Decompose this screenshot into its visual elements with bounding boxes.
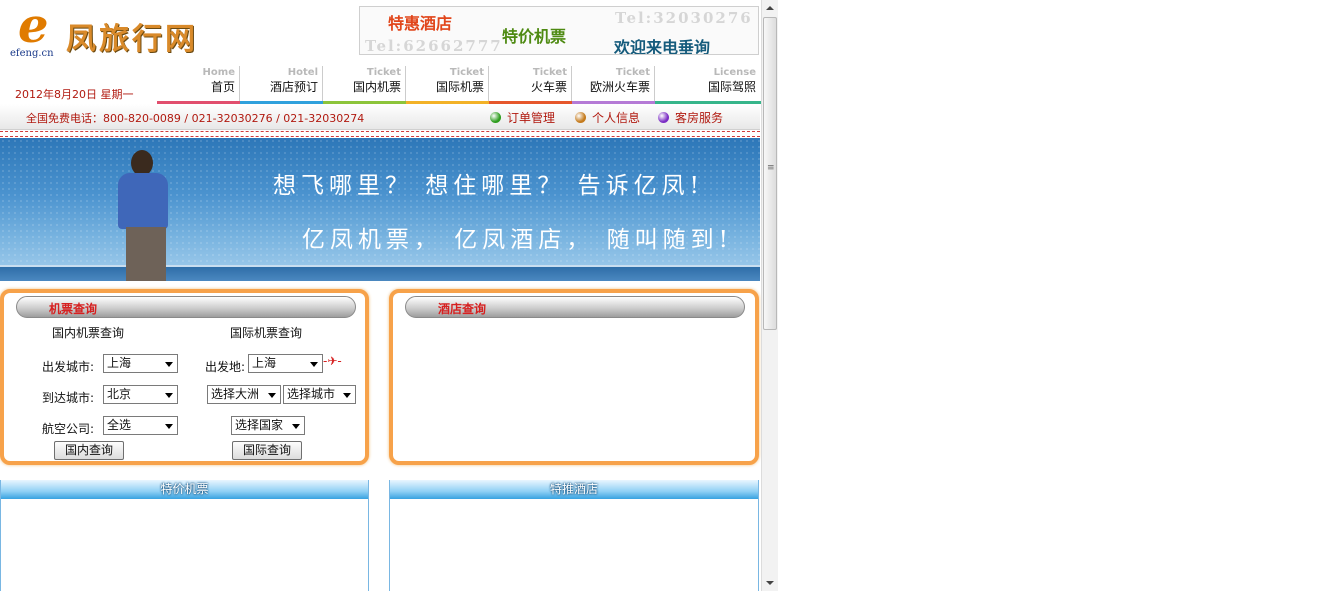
promo-tel-1: Tel:32030276 xyxy=(615,9,753,27)
nav-item-en-label: Home xyxy=(202,67,235,78)
intl-city-select[interactable]: 选择城市 xyxy=(283,385,356,404)
personal-info-link[interactable]: 个人信息 xyxy=(575,109,640,126)
nav-item-license[interactable]: License 国际驾照 xyxy=(655,66,761,104)
page: e 凤旅行网 efeng.cn 特惠酒店 Tel:32030276 特价机票 T… xyxy=(0,0,761,591)
special-flights-heading: 特价机票 xyxy=(1,480,368,499)
airline-select[interactable]: 全选 xyxy=(103,416,178,435)
main-nav: Home 首页 Hotel 酒店预订 Ticket 国内机票 Ticket 国际… xyxy=(157,66,761,104)
order-management-label: 订单管理 xyxy=(507,111,556,125)
promo-tel-2: Tel:62662777 xyxy=(365,37,503,55)
info-bar: 全国免费电话：800-820-0089 / 021-32030276 / 021… xyxy=(0,104,760,130)
special-flights-section: 特价机票 xyxy=(0,480,369,591)
arrive-city-label: 到达城市: xyxy=(42,391,95,405)
country-select[interactable]: 选择国家 xyxy=(231,416,305,435)
nav-item-label: 欧洲火车票 xyxy=(589,80,650,94)
orange-dot-icon xyxy=(575,112,586,123)
depart-city-select[interactable]: 上海 xyxy=(103,354,178,373)
flight-search-title-bar: 机票查询 xyxy=(16,296,356,318)
nav-item-train-ticket[interactable]: Ticket 火车票 xyxy=(489,66,572,104)
dashed-divider xyxy=(0,131,760,137)
logo-name: 凤旅行网 xyxy=(66,22,198,57)
nav-item-domestic-ticket[interactable]: Ticket 国内机票 xyxy=(323,66,406,104)
airline-label: 航空公司: xyxy=(42,422,95,436)
hero-banner xyxy=(0,138,760,281)
person-figure-legs xyxy=(126,227,166,281)
continent-select[interactable]: 选择大洲 xyxy=(207,385,281,404)
logo-domain: efeng.cn xyxy=(10,48,54,59)
logo-letter: e xyxy=(18,0,49,54)
banner-slogan-1: 想飞哪里？ 想住哪里？ 告诉亿凤! xyxy=(273,173,704,199)
hotline-text: 全国免费电话：800-820-0089 / 021-32030276 / 021… xyxy=(26,112,365,125)
depart-city-label: 出发城市: xyxy=(42,360,95,374)
nav-item-label: 国际机票 xyxy=(435,80,484,94)
vertical-scrollbar[interactable] xyxy=(761,0,778,591)
nav-item-label: 国内机票 xyxy=(352,80,401,94)
room-service-link[interactable]: 客房服务 xyxy=(658,109,723,126)
nav-item-en-label: License xyxy=(713,67,756,78)
arrive-city-select[interactable]: 北京 xyxy=(103,385,178,404)
nav-item-en-label: Hotel xyxy=(287,67,318,78)
promo-hotel-text: 特惠酒店 xyxy=(388,14,453,33)
nav-item-home[interactable]: Home 首页 xyxy=(157,66,240,104)
promo-welcome-text: 欢迎来电垂询 xyxy=(614,38,711,55)
nav-item-en-label: Ticket xyxy=(615,67,650,78)
hotel-search-title-bar: 酒店查询 xyxy=(405,296,745,318)
nav-item-en-label: Ticket xyxy=(532,67,567,78)
current-date: 2012年8月20日 星期一 xyxy=(15,88,134,101)
international-search-heading: 国际机票查询 xyxy=(230,326,303,340)
purple-dot-icon xyxy=(658,112,669,123)
scroll-down-arrow-icon[interactable] xyxy=(762,575,778,591)
featured-hotels-heading: 特推酒店 xyxy=(390,480,758,499)
order-management-link[interactable]: 订单管理 xyxy=(490,109,555,126)
nav-item-label: 国际驾照 xyxy=(707,80,756,94)
flight-search-panel: 机票查询 xyxy=(0,289,369,465)
banner-slogan-2: 亿凤机票， 亿凤酒店， 随叫随到! xyxy=(302,227,733,253)
intl-depart-select[interactable]: 上海 xyxy=(248,354,323,373)
hotel-search-panel: 酒店查询 xyxy=(389,289,759,465)
person-figure-body xyxy=(118,173,168,229)
nav-item-label: 酒店预订 xyxy=(269,80,318,94)
nav-item-international-ticket[interactable]: Ticket 国际机票 xyxy=(406,66,489,104)
banner-sea xyxy=(0,267,760,281)
site-logo[interactable]: e 凤旅行网 efeng.cn xyxy=(10,0,220,64)
scroll-thumb[interactable] xyxy=(763,17,777,330)
international-search-button[interactable]: 国际查询 xyxy=(232,441,302,460)
intl-depart-label: 出发地: xyxy=(205,360,246,374)
domestic-search-button[interactable]: 国内查询 xyxy=(54,441,124,460)
banner-texture xyxy=(0,138,760,281)
nav-item-en-label: Ticket xyxy=(449,67,484,78)
nav-item-en-label: Ticket xyxy=(366,67,401,78)
domestic-search-heading: 国内机票查询 xyxy=(52,326,125,340)
nav-item-hotel[interactable]: Hotel 酒店预订 xyxy=(240,66,323,104)
room-service-label: 客房服务 xyxy=(675,111,724,125)
hotel-search-title: 酒店查询 xyxy=(438,302,487,316)
promo-banner[interactable]: 特惠酒店 Tel:32030276 特价机票 Tel:62662777 欢迎来电… xyxy=(359,6,759,55)
scroll-up-arrow-icon[interactable] xyxy=(762,0,778,16)
nav-item-label: 首页 xyxy=(210,80,235,94)
featured-hotels-section: 特推酒店 xyxy=(389,480,759,591)
nav-item-europe-train[interactable]: Ticket 欧洲火车票 xyxy=(572,66,655,104)
nav-item-label: 火车票 xyxy=(530,80,567,94)
airplane-icon: -✈- xyxy=(323,354,342,368)
green-dot-icon xyxy=(490,112,501,123)
promo-ticket-text: 特价机票 xyxy=(502,27,567,46)
personal-info-label: 个人信息 xyxy=(592,111,641,125)
flight-search-title: 机票查询 xyxy=(49,302,98,316)
